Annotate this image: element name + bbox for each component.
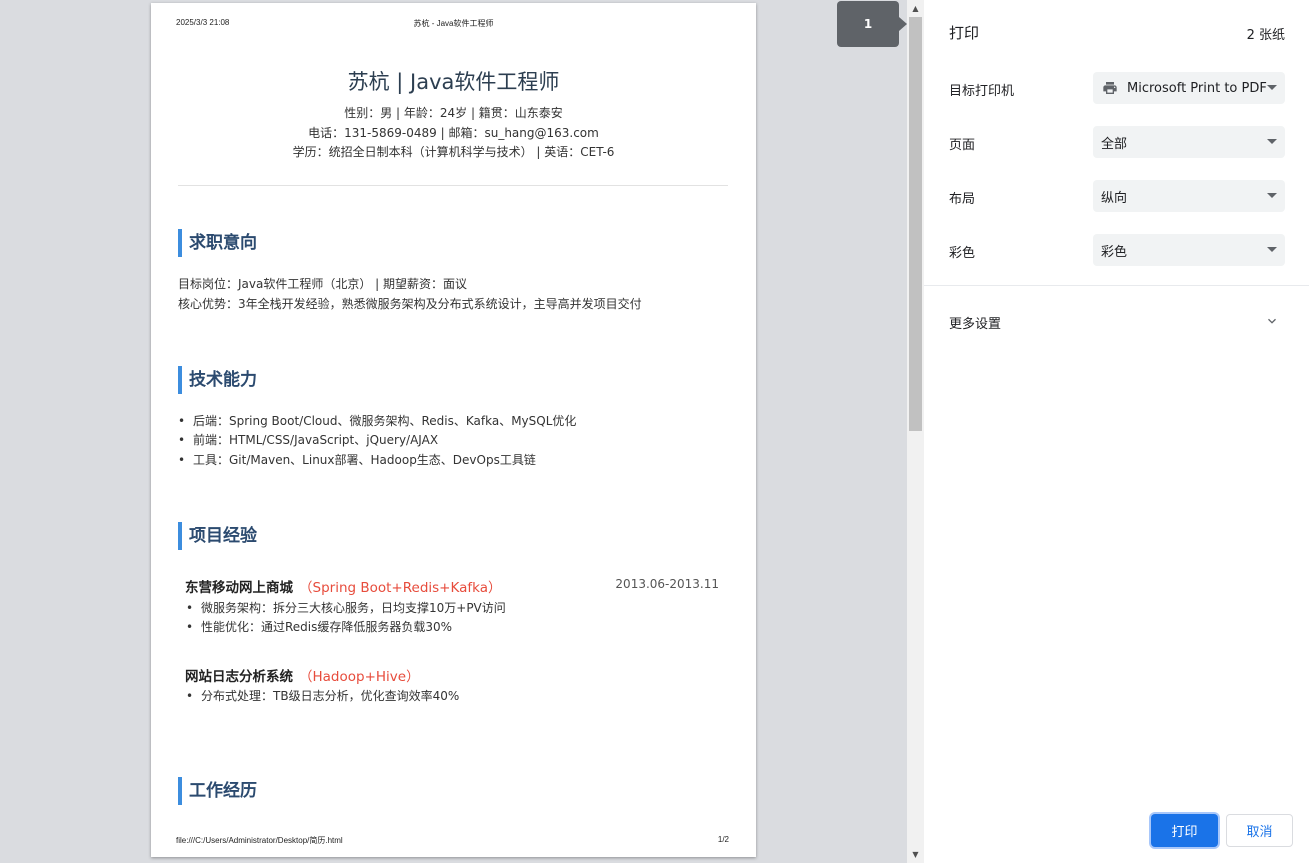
print-dialog-title: 打印 (949, 24, 980, 42)
project-name: 东营移动网上商城 (185, 580, 293, 596)
pages-select[interactable]: 全部 (1093, 126, 1285, 158)
page-number-badge: 1 (837, 1, 907, 47)
project-title: 东营移动网上商城 （Spring Boot+Redis+Kafka） (185, 576, 501, 596)
skill-item-text: 前端：HTML/CSS/JavaScript、jQuery/AJAX (193, 433, 439, 447)
cancel-button[interactable]: 取消 (1226, 814, 1293, 847)
scrollbar-thumb[interactable] (909, 17, 922, 431)
objective-line: 核心优势：3年全栈开发经验，熟悉微服务架构及分布式系统设计，主导高并发项目交付 (178, 297, 642, 311)
section-title-objective: 求职意向 (178, 229, 257, 257)
skill-item-text: 工具：Git/Maven、Linux部署、Hadoop生态、DevOps工具链 (193, 453, 536, 467)
color-select[interactable]: 彩色 (1093, 234, 1285, 266)
pages-select-value: 全部 (1101, 136, 1128, 152)
scroll-up-arrow-icon[interactable]: ▲ (907, 0, 924, 17)
project-point-text: 微服务架构：拆分三大核心服务，日均支撑10万+PV访问 (201, 601, 506, 615)
print-button[interactable]: 打印 (1151, 814, 1218, 847)
dropdown-caret-icon (1267, 85, 1277, 90)
project-date: 2013.06-2013.11 (615, 577, 719, 591)
project-point-text: 性能优化：通过Redis缓存降低服务器负载30% (201, 620, 453, 634)
divider (924, 285, 1309, 286)
printer-select-value: Microsoft Print to PDF (1127, 80, 1267, 96)
layout-select-value: 纵向 (1101, 190, 1128, 206)
project-tech: （Spring Boot+Redis+Kafka） (299, 580, 502, 596)
skill-item: • 后端：Spring Boot/Cloud、微服务架构、Redis、Kafka、… (178, 414, 577, 428)
resume-name: 苏杭 | Java软件工程师 (347, 70, 560, 94)
sheet-count: 2 张纸 (1246, 28, 1285, 43)
color-select-value: 彩色 (1101, 244, 1128, 260)
page-footer-path: file:///C:/Users/Administrator/Desktop/简… (176, 836, 343, 845)
divider (178, 185, 728, 186)
resume-info-line: 学历：统招全日制本科（计算机科学与技术） | 英语：CET-6 (292, 145, 615, 159)
print-settings-panel: 打印 2 张纸 目标打印机 Microsoft Print to PDF 页面 … (924, 0, 1309, 863)
dropdown-caret-icon (1267, 247, 1277, 252)
skill-item: • 前端：HTML/CSS/JavaScript、jQuery/AJAX (178, 433, 439, 447)
skill-item-text: 后端：Spring Boot/Cloud、微服务架构、Redis、Kafka、M… (193, 414, 577, 428)
scroll-down-arrow-icon[interactable]: ▼ (907, 846, 924, 863)
objective-line: 目标岗位：Java软件工程师（北京） | 期望薪资：面议 (178, 277, 468, 291)
page-footer-number: 1/2 (717, 835, 729, 844)
more-settings-toggle[interactable]: 更多设置 (949, 313, 1001, 332)
preview-scrollbar[interactable]: ▲ ▼ (907, 0, 924, 863)
printer-icon (1103, 82, 1117, 94)
chevron-down-icon[interactable] (1265, 314, 1279, 328)
project-name: 网站日志分析系统 (185, 669, 293, 685)
resume-info-line: 电话：131-5869-0489 | 邮箱：su_hang@163.com (308, 126, 599, 140)
printer-label: 目标打印机 (949, 84, 1015, 99)
project-title: 网站日志分析系统 （Hadoop+Hive） (185, 665, 420, 685)
project-point: • 分布式处理：TB级日志分析，优化查询效率40% (186, 689, 460, 703)
skill-item: • 工具：Git/Maven、Linux部署、Hadoop生态、DevOps工具链 (178, 453, 536, 467)
dropdown-caret-icon (1267, 193, 1277, 198)
project-point-text: 分布式处理：TB级日志分析，优化查询效率40% (201, 689, 460, 703)
pages-label: 页面 (949, 138, 976, 153)
project-point: • 性能优化：通过Redis缓存降低服务器负载30% (186, 620, 453, 634)
project-point: • 微服务架构：拆分三大核心服务，日均支撑10万+PV访问 (186, 601, 506, 615)
dropdown-caret-icon (1267, 139, 1277, 144)
section-title-skills: 技术能力 (178, 366, 257, 394)
resume-info-line: 性别：男 | 年龄：24岁 | 籍贯：山东泰安 (344, 106, 563, 120)
page-header-title: 苏杭 - Java软件工程师 (413, 19, 494, 28)
project-tech: （Hadoop+Hive） (299, 669, 420, 685)
preview-page: 2025/3/3 21:08 苏杭 - Java软件工程师 苏杭 | Java软… (151, 3, 756, 857)
color-label: 彩色 (949, 246, 976, 261)
layout-label: 布局 (949, 192, 976, 207)
section-title-work: 工作经历 (178, 777, 257, 805)
layout-select[interactable]: 纵向 (1093, 180, 1285, 212)
printer-select[interactable]: Microsoft Print to PDF (1093, 72, 1285, 104)
print-preview-area: 2025/3/3 21:08 苏杭 - Java软件工程师 苏杭 | Java软… (0, 0, 907, 863)
section-title-projects: 项目经验 (178, 522, 257, 550)
